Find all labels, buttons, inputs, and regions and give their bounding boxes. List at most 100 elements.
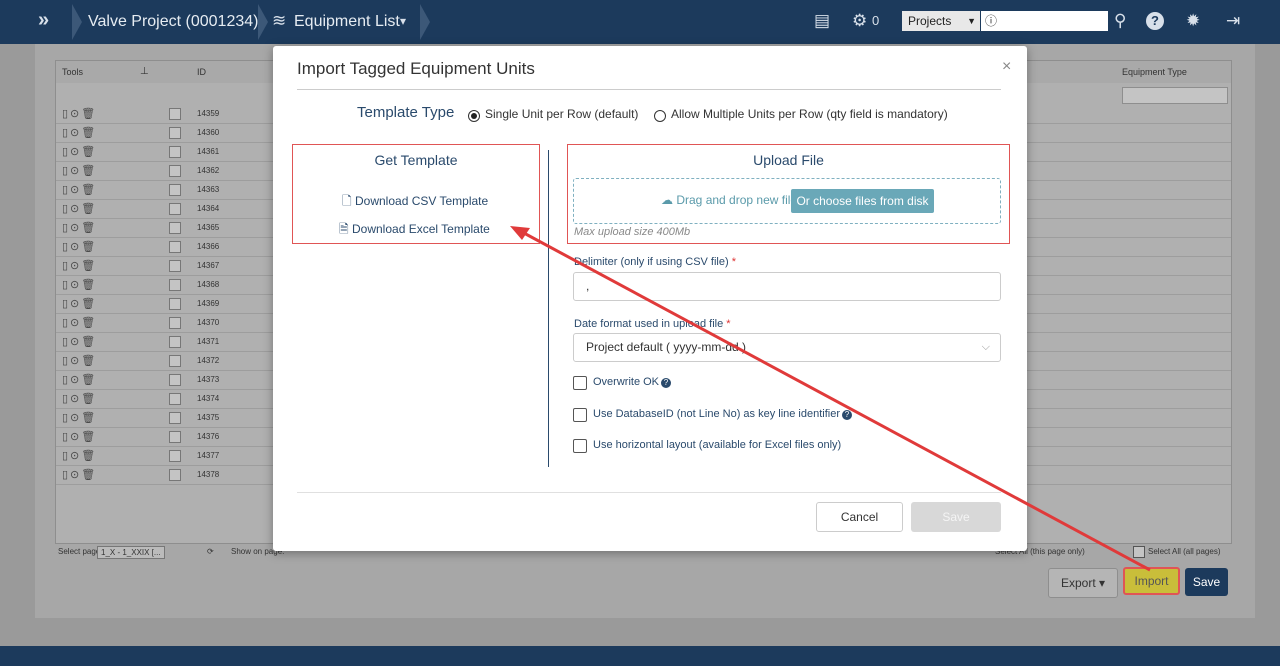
cloud-upload-icon: ☁ (661, 193, 673, 207)
row-tools-icons[interactable]: ▯⊙🗑 (62, 373, 97, 387)
row-id: 14364 (197, 204, 220, 213)
row-tools-icons[interactable]: ▯⊙🗑 (62, 354, 97, 368)
file-dropzone[interactable]: ☁ Drag and drop new file Or choose files… (573, 178, 1001, 224)
row-checkbox[interactable] (169, 203, 181, 215)
horizontal-layout-label[interactable]: Use horizontal layout (available for Exc… (593, 439, 841, 451)
row-tools-icons[interactable]: ▯⊙🗑 (62, 202, 97, 216)
import-button[interactable]: Import (1123, 567, 1180, 595)
row-checkbox[interactable] (169, 393, 181, 405)
cancel-button[interactable]: Cancel (816, 502, 903, 532)
row-tools-icons[interactable]: ▯⊙🗑 (62, 278, 97, 292)
gears-icon[interactable]: ⚙ (852, 10, 867, 32)
row-checkbox[interactable] (169, 127, 181, 139)
settings-icon[interactable]: ✹ (1186, 10, 1200, 32)
row-tools-icons[interactable]: ▯⊙🗑 (62, 240, 97, 254)
choose-files-button[interactable]: Or choose files from disk (791, 189, 934, 213)
row-checkbox[interactable] (169, 241, 181, 253)
file-icon: 🗋 (342, 194, 352, 208)
delimiter-input[interactable]: , (573, 272, 1001, 301)
column-header-id[interactable]: ID (197, 61, 206, 83)
projects-select[interactable]: Projects ▼ (902, 11, 980, 31)
row-tools-icons[interactable]: ▯⊙🗑 (62, 259, 97, 273)
download-excel-label: Download Excel Template (352, 222, 490, 236)
column-header-tools[interactable]: Tools (62, 61, 83, 83)
use-dbid-checkbox[interactable] (573, 408, 587, 422)
row-checkbox[interactable] (169, 431, 181, 443)
select-all-pages-label[interactable]: Select All (all pages) (1148, 543, 1220, 561)
row-checkbox[interactable] (169, 184, 181, 196)
equipment-type-filter-input[interactable] (1122, 87, 1228, 104)
column-header-equipment-type[interactable]: Equipment Type (1122, 61, 1187, 83)
radio-multiple-units-label[interactable]: Allow Multiple Units per Row (qty field … (671, 107, 948, 121)
row-checkbox[interactable] (169, 450, 181, 462)
row-checkbox[interactable] (169, 374, 181, 386)
row-id: 14374 (197, 394, 220, 403)
row-checkbox[interactable] (169, 222, 181, 234)
download-csv-link[interactable]: 🗋 Download CSV Template (342, 192, 488, 213)
project-search-input[interactable]: ⓘ (981, 11, 1108, 31)
pin-icon[interactable]: ⊥ (140, 61, 149, 83)
row-tools-icons[interactable]: ▯⊙🗑 (62, 183, 97, 197)
export-button[interactable]: Export ▾ (1048, 568, 1118, 598)
radio-single-unit-label[interactable]: Single Unit per Row (default) (485, 107, 638, 121)
download-excel-link[interactable]: 🗎 Download Excel Template (339, 220, 490, 241)
help-icon[interactable]: ? (1146, 12, 1164, 30)
download-csv-label: Download CSV Template (355, 194, 489, 208)
row-tools-icons[interactable]: ▯⊙🗑 (62, 164, 97, 178)
row-id: 14377 (197, 451, 220, 460)
logout-icon[interactable]: ⇥ (1226, 10, 1240, 32)
menu-chevrons-icon[interactable]: » (38, 9, 49, 31)
refresh-icon[interactable]: ⟳ (207, 543, 214, 561)
row-checkbox[interactable] (169, 412, 181, 424)
overwrite-label[interactable]: Overwrite OK? (593, 376, 672, 388)
row-id: 14371 (197, 337, 220, 346)
report-icon[interactable]: ▤ (814, 10, 830, 32)
chevron-down-icon: ⌵ (981, 341, 990, 353)
search-icon[interactable]: ⚲ (1114, 10, 1126, 32)
dropzone-text: ☁ Drag and drop new file (661, 193, 798, 207)
row-tools-icons[interactable]: ▯⊙🗑 (62, 316, 97, 330)
breadcrumb-project[interactable]: Valve Project (0001234) (88, 0, 258, 44)
row-checkbox[interactable] (169, 279, 181, 291)
row-tools-icons[interactable]: ▯⊙🗑 (62, 411, 97, 425)
close-icon[interactable]: × (1002, 58, 1011, 76)
row-tools-icons[interactable]: ▯⊙🗑 (62, 392, 97, 406)
row-checkbox[interactable] (169, 355, 181, 367)
row-checkbox[interactable] (169, 108, 181, 120)
row-tools-icons[interactable]: ▯⊙🗑 (62, 449, 97, 463)
date-format-select[interactable]: Project default ( yyyy-mm-dd ) ⌵ (573, 333, 1001, 362)
select-page-dropdown[interactable]: 1_X - 1_XXIX [... (97, 546, 165, 559)
help-icon: ? (842, 410, 853, 420)
row-tools-icons[interactable]: ▯⊙🗑 (62, 221, 97, 235)
row-id: 14367 (197, 261, 220, 270)
row-checkbox[interactable] (169, 336, 181, 348)
row-tools-icons[interactable]: ▯⊙🗑 (62, 335, 97, 349)
row-tools-icons[interactable]: ▯⊙🗑 (62, 126, 97, 140)
row-tools-icons[interactable]: ▯⊙🗑 (62, 468, 97, 482)
row-id: 14378 (197, 470, 220, 479)
row-tools-icons[interactable]: ▯⊙🗑 (62, 107, 97, 121)
radio-single-unit[interactable] (468, 110, 480, 122)
radio-multiple-units[interactable] (654, 110, 666, 122)
date-format-label: Date format used in upload file * (574, 318, 731, 330)
row-id: 14362 (197, 166, 220, 175)
use-dbid-label[interactable]: Use DatabaseID (not Line No) as key line… (593, 408, 853, 420)
modal-save-button[interactable]: Save (911, 502, 1001, 532)
row-tools-icons[interactable]: ▯⊙🗑 (62, 145, 97, 159)
row-id: 14370 (197, 318, 220, 327)
breadcrumb-page[interactable]: Equipment List (294, 0, 400, 44)
chevron-down-icon[interactable]: ▾ (400, 10, 406, 32)
overwrite-checkbox[interactable] (573, 376, 587, 390)
row-checkbox[interactable] (169, 146, 181, 158)
horizontal-layout-checkbox[interactable] (573, 439, 587, 453)
save-button[interactable]: Save (1185, 568, 1228, 596)
row-checkbox[interactable] (169, 317, 181, 329)
row-checkbox[interactable] (169, 298, 181, 310)
equipment-list-icon: ≋ (272, 11, 287, 30)
row-checkbox[interactable] (169, 260, 181, 272)
row-tools-icons[interactable]: ▯⊙🗑 (62, 430, 97, 444)
row-checkbox[interactable] (169, 165, 181, 177)
row-tools-icons[interactable]: ▯⊙🗑 (62, 297, 97, 311)
select-all-pages-checkbox[interactable] (1133, 546, 1145, 558)
row-checkbox[interactable] (169, 469, 181, 481)
